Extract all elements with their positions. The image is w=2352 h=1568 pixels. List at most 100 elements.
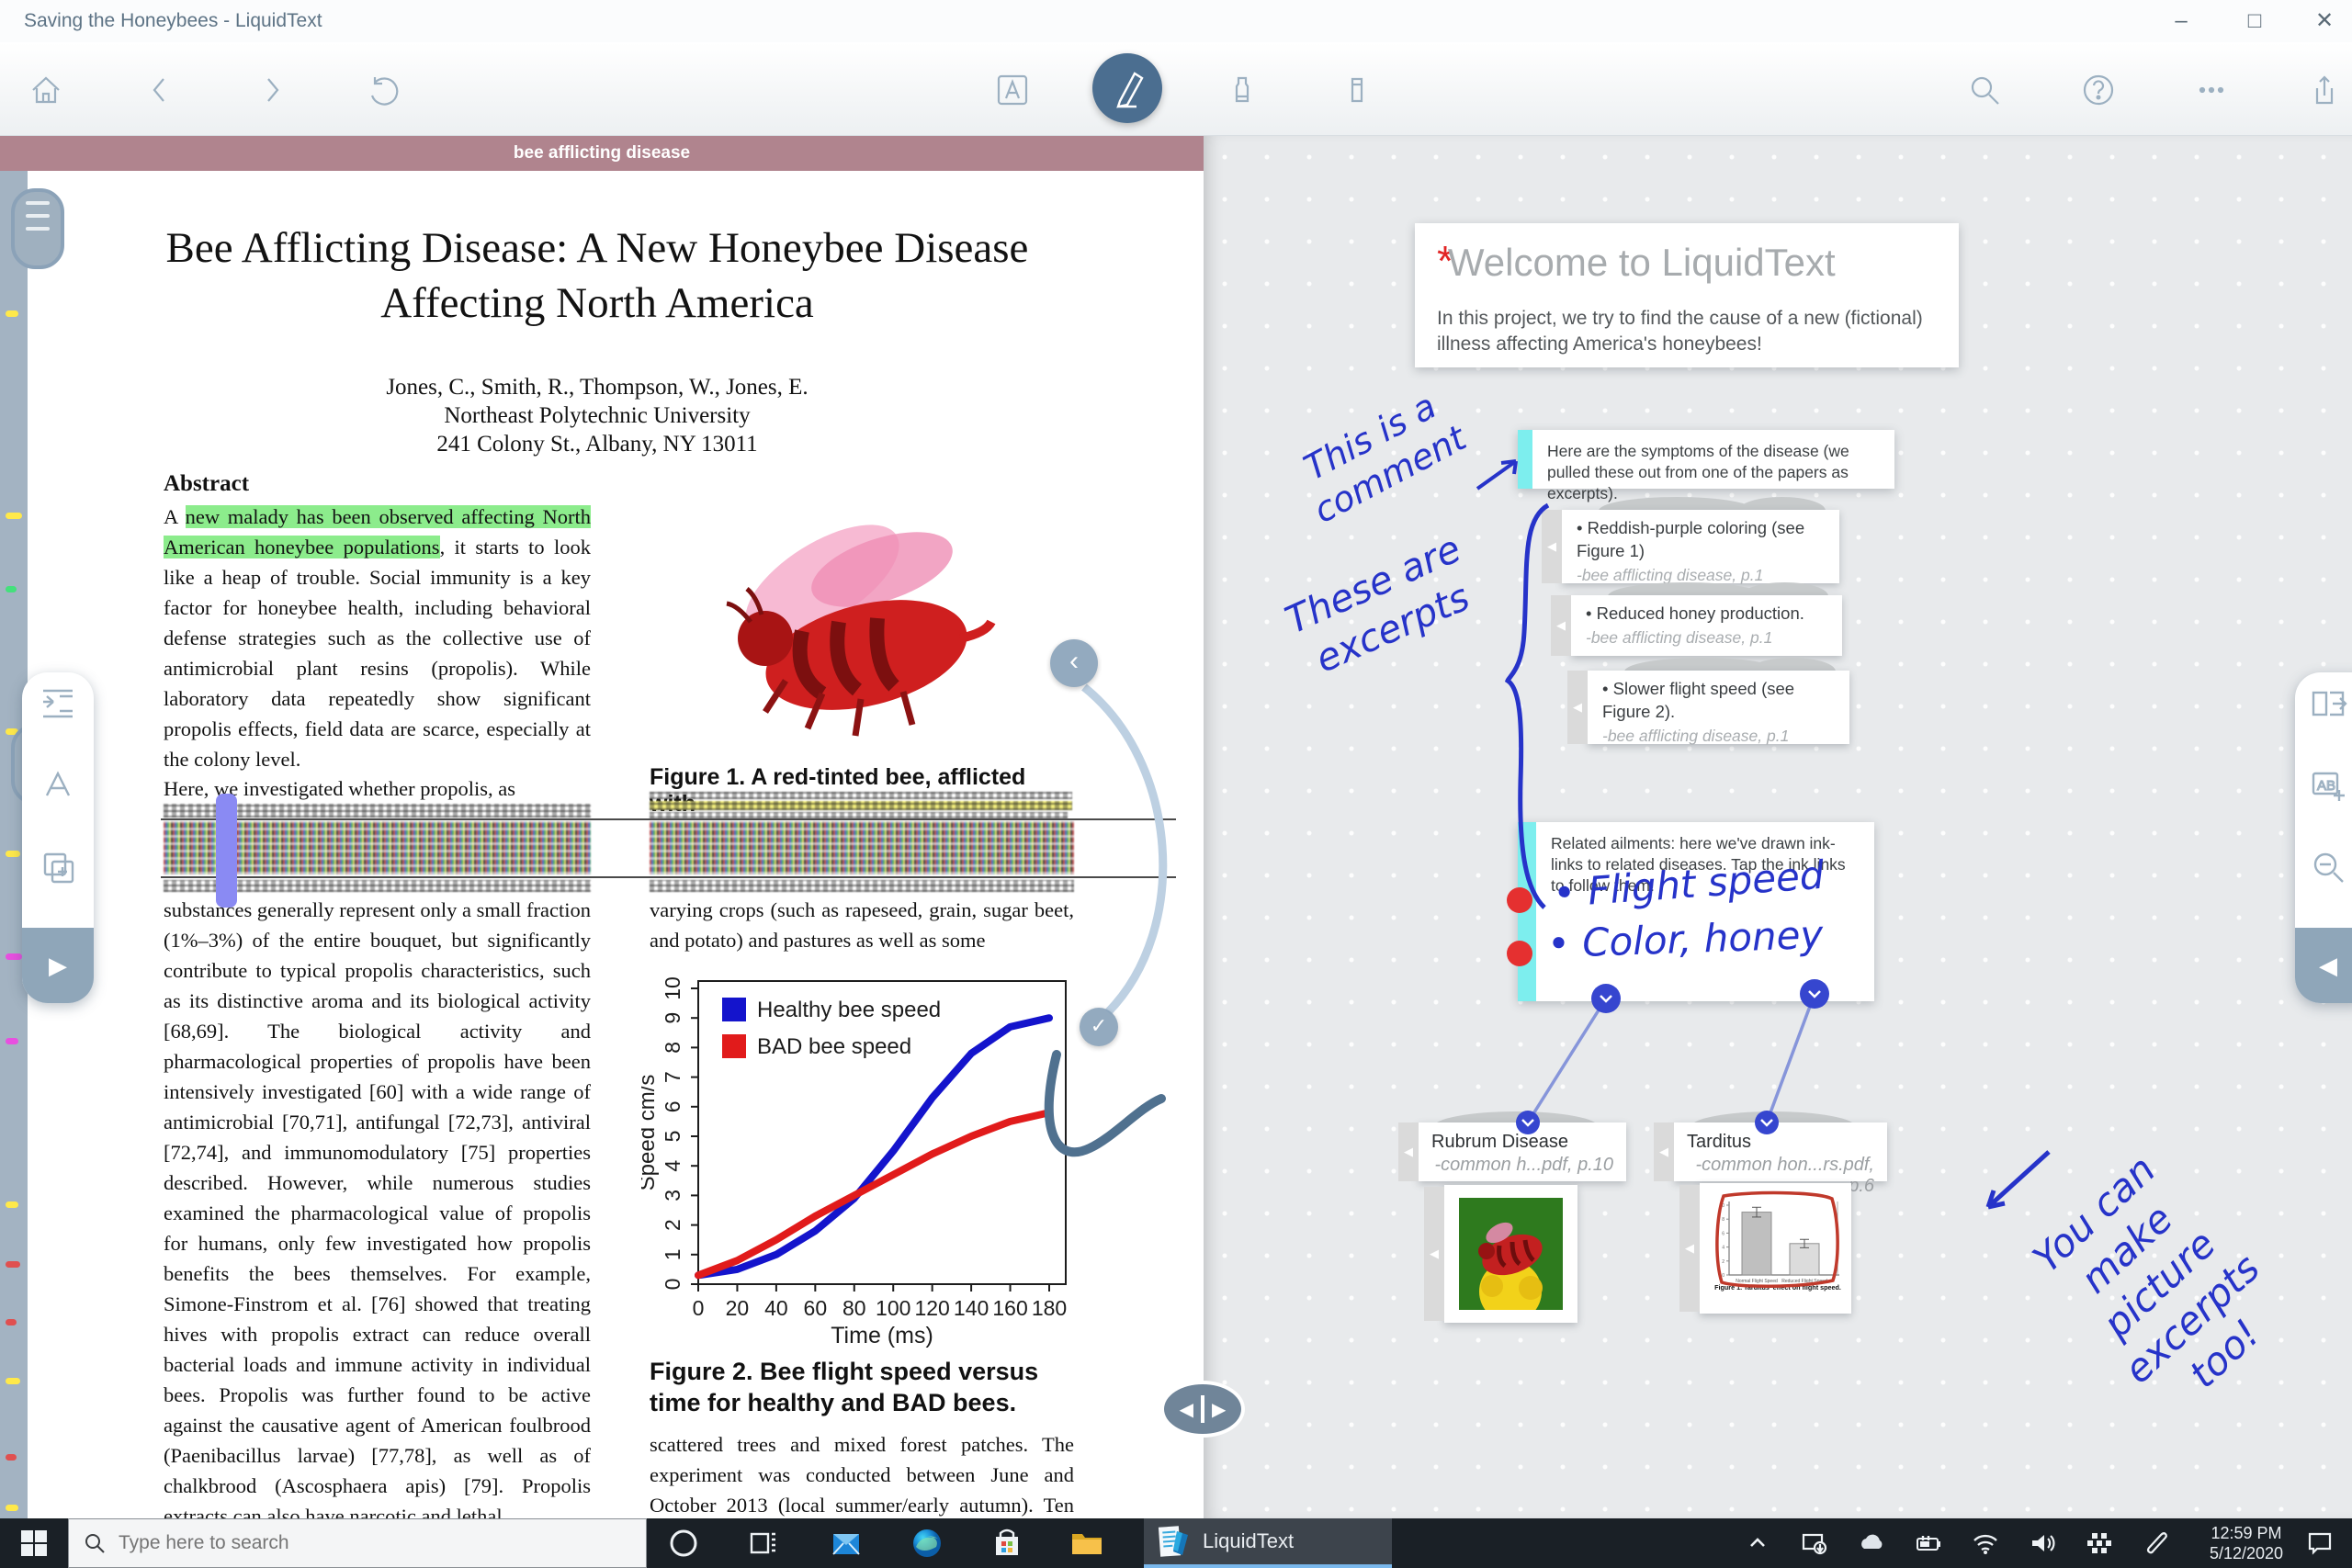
excerpt-link-curve <box>1084 687 1163 1012</box>
document-tab[interactable]: bee afflicting disease <box>0 136 1204 171</box>
highlight-mark[interactable] <box>6 1261 20 1268</box>
ink-text-color-honey[interactable]: • Color, honey <box>1546 912 1824 966</box>
send-to-workspace-icon[interactable] <box>2295 683 2352 728</box>
panel-collapse-button[interactable]: ◀ <box>2295 928 2352 1003</box>
home-icon[interactable] <box>26 70 66 110</box>
mail-app-button[interactable] <box>817 1518 876 1568</box>
maximize-button[interactable]: □ <box>2227 6 2282 37</box>
highlighter-tool-icon[interactable] <box>1222 70 1262 110</box>
back-icon[interactable] <box>140 70 180 110</box>
ink-link-dot-flight[interactable] <box>1507 887 1532 913</box>
picture-excerpt-tarditus[interactable]: ◀ 0246810Normal Flight SpeedReduced Flig… <box>1700 1183 1851 1314</box>
collapse-tab-icon[interactable]: ◀ <box>1567 671 1588 744</box>
welcome-title: *Welcome to LiquidText <box>1437 236 1940 286</box>
microsoft-store-button[interactable] <box>978 1518 1036 1568</box>
highlight-mark[interactable] <box>6 953 22 960</box>
tray-dropbox-icon[interactable] <box>2075 1518 2124 1568</box>
page-scrubber-handle[interactable] <box>216 794 237 908</box>
collapsed-section-noise[interactable] <box>650 821 1074 874</box>
more-options-icon[interactable] <box>2191 70 2232 110</box>
disease-card-tarditus[interactable]: ◀ Tarditus -common hon...rs.pdf, p.6 <box>1674 1122 1887 1181</box>
taskbar-clock[interactable]: 12:59 PM 5/12/2020 <box>2191 1523 2301 1563</box>
excerpt-card[interactable]: ◀• Reduced honey production.-bee afflict… <box>1571 595 1842 656</box>
squeezed-text-yellow-highlight[interactable] <box>650 801 1072 810</box>
share-icon[interactable] <box>2304 70 2345 110</box>
tray-battery-icon[interactable] <box>1904 1518 1953 1568</box>
search-input[interactable] <box>119 1532 596 1554</box>
taskbar-search[interactable] <box>68 1518 647 1568</box>
comment-note-symptoms[interactable]: Here are the symptoms of the disease (we… <box>1518 430 1894 489</box>
cortana-button[interactable] <box>654 1518 713 1568</box>
highlight-mark[interactable] <box>6 1454 17 1461</box>
font-highlight-icon[interactable] <box>22 764 94 809</box>
eraser-tool-icon[interactable] <box>1337 70 1377 110</box>
ink-link-dot-color[interactable] <box>1507 941 1532 966</box>
file-explorer-button[interactable] <box>1057 1518 1116 1568</box>
figure2-chart[interactable]: 020406080100120140160180012345678910Time… <box>641 974 1084 1350</box>
tray-wifi-icon[interactable] <box>1961 1518 2010 1568</box>
excerpt-card[interactable]: ◀• Reddish-purple coloring (see Figure 1… <box>1562 510 1839 583</box>
highlight-mark[interactable] <box>6 586 17 592</box>
welcome-note[interactable]: *Welcome to LiquidText In this project, … <box>1415 223 1959 367</box>
highlight-mark[interactable] <box>6 1505 18 1511</box>
pen-tool-active[interactable] <box>1092 53 1162 123</box>
figure1-image[interactable] <box>648 501 1072 761</box>
picture-excerpt-rubrum[interactable]: ◀ <box>1444 1185 1577 1323</box>
collapse-tab-icon[interactable]: ◀ <box>1542 510 1562 583</box>
highlight-mark[interactable] <box>6 310 18 317</box>
squeezed-text[interactable] <box>650 812 1068 818</box>
start-button[interactable] <box>0 1518 68 1568</box>
excerpt-card[interactable]: ◀• Slower flight speed (see Figure 2).-b… <box>1588 671 1849 744</box>
search-icon[interactable] <box>1964 70 2005 110</box>
collapse-tab-icon[interactable]: ◀ <box>1654 1122 1674 1181</box>
liquidtext-taskbar-item[interactable]: LiquidText <box>1144 1518 1392 1568</box>
figure2-plot: 020406080100120140160180012345678910Time… <box>641 974 1084 1350</box>
pinch-collapse-icon[interactable] <box>22 683 94 728</box>
pinch-collapse-line[interactable] <box>161 818 1176 820</box>
paper-authors: Jones, C., Smith, R., Thompson, W., Jone… <box>156 373 1038 458</box>
card-title: Rubrum Disease <box>1419 1122 1626 1153</box>
tray-onedrive-icon[interactable] <box>1847 1518 1896 1568</box>
collapse-tab-icon[interactable]: ◀ <box>1398 1122 1419 1181</box>
minimize-button[interactable]: – <box>2154 6 2209 37</box>
link-handle-collapse[interactable]: ‹ <box>1050 639 1098 687</box>
help-icon[interactable] <box>2078 70 2119 110</box>
panel-expand-button[interactable]: ▶ <box>22 928 94 1003</box>
svg-text:120: 120 <box>914 1296 949 1320</box>
highlight-mark[interactable] <box>6 1319 17 1325</box>
pane-divider-handle[interactable]: ◀ ▶ <box>1160 1381 1245 1438</box>
tray-chevron-icon[interactable] <box>1733 1518 1782 1568</box>
ink-link-line-flight <box>1528 998 1606 1122</box>
tray-display-icon[interactable] <box>1790 1518 1839 1568</box>
collapse-tab-icon[interactable]: ◀ <box>1679 1185 1700 1312</box>
pinch-collapse-line[interactable] <box>161 876 1176 878</box>
add-text-note-icon[interactable]: AB <box>2295 764 2352 809</box>
highlight-mark[interactable] <box>6 513 22 519</box>
collapse-tab-icon[interactable]: ◀ <box>1551 595 1571 656</box>
collapsed-page-thumb[interactable] <box>11 188 64 269</box>
highlight-mark[interactable] <box>6 1201 18 1208</box>
squeezed-text[interactable] <box>650 880 1074 892</box>
highlight-mark[interactable] <box>6 1038 18 1044</box>
action-center-icon[interactable] <box>2295 1518 2345 1568</box>
highlight-mark[interactable] <box>6 851 20 857</box>
close-button[interactable]: ✕ <box>2297 6 2352 37</box>
disease-card-rubrum[interactable]: ◀ Rubrum Disease -common h...pdf, p.10 <box>1419 1122 1626 1181</box>
squeezed-text[interactable] <box>650 792 1072 799</box>
tray-volume-icon[interactable] <box>2018 1518 2067 1568</box>
zoom-out-icon[interactable] <box>2295 847 2352 892</box>
undo-icon[interactable] <box>364 70 404 110</box>
tray-pen-icon[interactable] <box>2132 1518 2181 1568</box>
workspace-canvas[interactable]: *Welcome to LiquidText In this project, … <box>1204 136 2352 1518</box>
collapse-tab-icon[interactable]: ◀ <box>1424 1187 1444 1321</box>
edge-browser-button[interactable] <box>898 1518 956 1568</box>
forward-icon[interactable] <box>252 70 292 110</box>
task-view-button[interactable] <box>734 1518 793 1568</box>
ink-text-picture-excerpts[interactable]: You can make picture excerpts too! <box>2016 1139 2303 1429</box>
link-handle-anchor[interactable]: ✓ <box>1080 1008 1118 1046</box>
ink-text-comment[interactable]: This is a comment <box>1279 375 1481 536</box>
highlight-mark[interactable] <box>6 1378 20 1384</box>
ink-text-excerpts[interactable]: These are excerpts <box>1267 520 1498 694</box>
text-select-tool-icon[interactable] <box>992 70 1033 110</box>
new-excerpt-icon[interactable] <box>22 847 94 892</box>
